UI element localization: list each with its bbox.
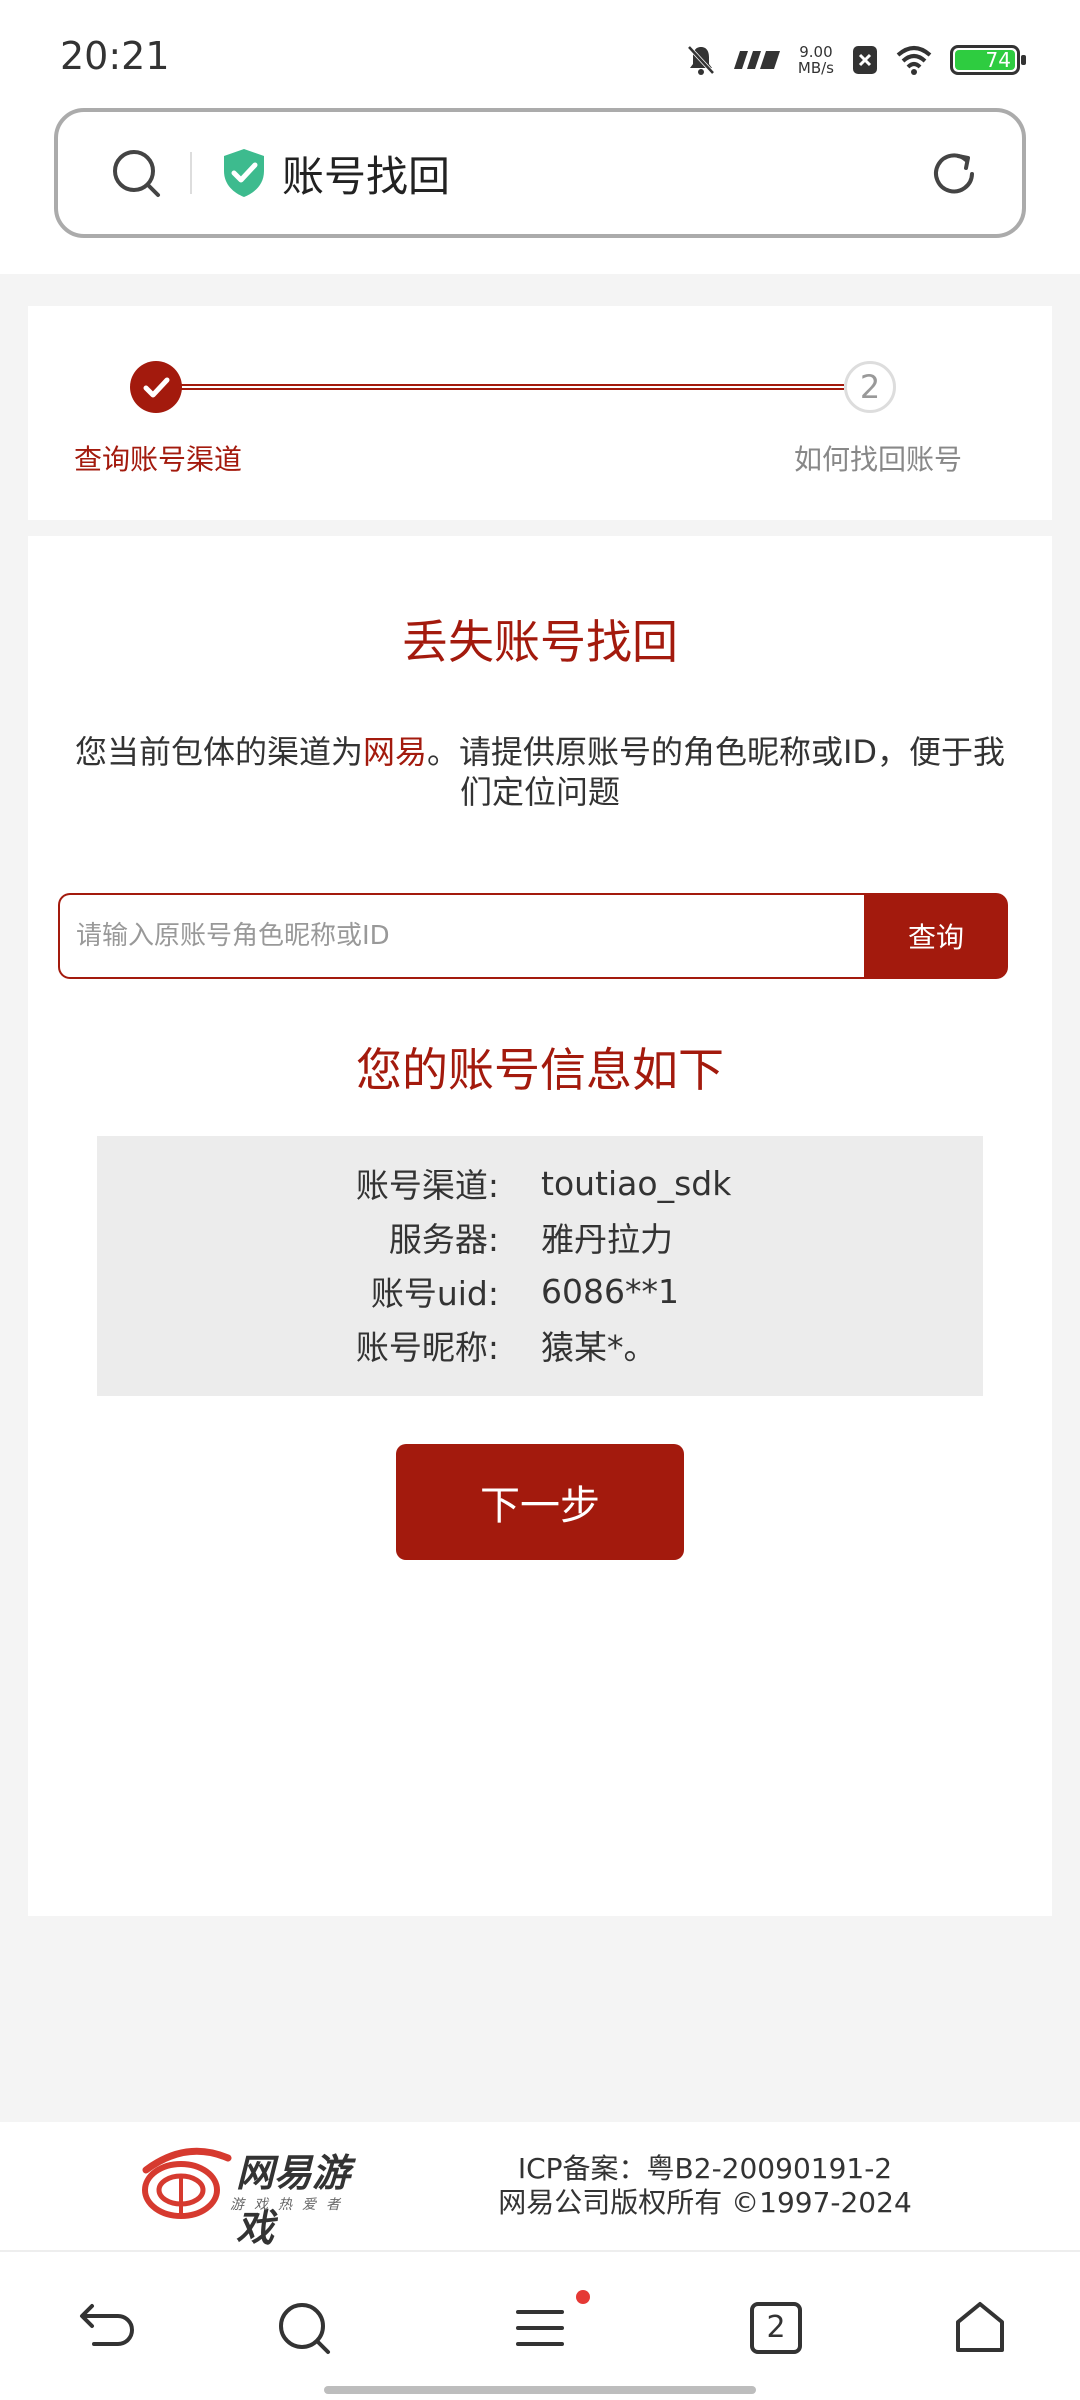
footer-slogan: 游戏热爱者 (230, 2197, 350, 2213)
step2-number: 2 (844, 361, 896, 413)
browser-bottom-nav: 2 (0, 2250, 1080, 2400)
status-icons: 9.00 MB/s 74 (686, 40, 1026, 80)
step-progress-line (180, 384, 844, 390)
desc-prefix: 您当前包体的渠道为 (74, 733, 363, 771)
status-bar: 20:21 9.00 MB/s 74 (0, 0, 1080, 108)
nickname-search-row: 查询 (58, 893, 1008, 979)
step2-label: 如何找回账号 (793, 443, 962, 476)
account-info-title: 您的账号信息如下 (356, 1043, 724, 1097)
address-bar-divider (190, 152, 192, 194)
menu-icon[interactable] (508, 2296, 572, 2360)
shield-check-icon (224, 149, 264, 197)
footer-legal: ICP备案：粤B2-20090191-2 网易公司版权所有 ©1997-2024 (470, 2152, 940, 2220)
info-row-channel: 账号渠道: toutiao_sdk (97, 1156, 983, 1210)
netease-logo-icon (142, 2147, 232, 2219)
battery-level: 74 (955, 50, 1015, 70)
info-row-nickname: 账号昵称: 猿某*。 (97, 1318, 983, 1372)
net-speed: 9.00 MB/s (798, 44, 834, 76)
progress-steps: 2 查询账号渠道 如何找回账号 (28, 306, 1052, 520)
status-time: 20:21 (60, 34, 170, 78)
signal-icon (733, 51, 780, 69)
home-icon[interactable] (948, 2296, 1012, 2360)
icp-text: ICP备案：粤B2-20090191-2 (517, 2152, 893, 2185)
page-title: 账号找回 (282, 151, 451, 201)
info-key: 账号昵称: (355, 1328, 499, 1367)
nickname-input[interactable] (58, 893, 864, 979)
home-indicator[interactable] (324, 2386, 756, 2394)
browser-header: 账号找回 (0, 108, 1080, 274)
desc-channel: 网易 (362, 733, 427, 771)
recovery-card: 丢失账号找回 您当前包体的渠道为网易。请提供原账号的角色昵称或ID，便于我们定位… (28, 536, 1052, 1916)
search-icon[interactable] (110, 147, 162, 199)
info-row-uid: 账号uid: 6086**1 (97, 1264, 983, 1318)
info-row-server: 服务器: 雅丹拉力 (97, 1210, 983, 1264)
close-box-icon (853, 46, 877, 74)
info-key: 服务器: (388, 1220, 499, 1259)
info-key: 账号渠道: (355, 1166, 499, 1205)
footer: 网易游戏 游戏热爱者 ICP备案：粤B2-20090191-2 网易公司版权所有… (0, 2122, 1080, 2250)
nav-search-icon[interactable] (272, 2296, 336, 2360)
bell-muted-icon (687, 45, 715, 75)
info-value: 雅丹拉力 (541, 1220, 673, 1259)
step1-label: 查询账号渠道 (74, 443, 243, 476)
tabs-count: 2 (750, 2302, 802, 2354)
back-icon[interactable] (70, 2296, 134, 2360)
netease-games-logo: 网易游戏 游戏热爱者 (136, 2140, 386, 2250)
net-speed-unit: MB/s (797, 59, 834, 77)
info-value: 猿某*。 (541, 1328, 657, 1367)
battery-icon: 74 (950, 45, 1026, 75)
recovery-title: 丢失账号找回 (402, 615, 678, 669)
channel-description: 您当前包体的渠道为网易。请提供原账号的角色昵称或ID，便于我们定位问题 (68, 732, 1012, 812)
query-button[interactable]: 查询 (864, 893, 1008, 979)
next-step-button[interactable]: 下一步 (396, 1444, 684, 1560)
account-info-box: 账号渠道: toutiao_sdk 服务器: 雅丹拉力 账号uid: 6086*… (97, 1136, 983, 1396)
info-key: 账号uid: (370, 1274, 499, 1313)
info-value: 6086**1 (541, 1271, 679, 1311)
refresh-icon[interactable] (928, 148, 980, 200)
tabs-button[interactable]: 2 (744, 2296, 808, 2360)
menu-notification-dot (576, 2290, 590, 2304)
desc-suffix: 。请提供原账号的角色昵称或ID，便于我们定位问题 (426, 733, 1006, 811)
address-bar[interactable]: 账号找回 (54, 108, 1026, 238)
net-speed-value: 9.00 (799, 43, 833, 61)
info-value: toutiao_sdk (541, 1163, 732, 1203)
copyright-text: 网易公司版权所有 ©1997-2024 (498, 2186, 912, 2219)
step1-check-icon (130, 361, 182, 413)
wifi-icon (896, 46, 932, 75)
